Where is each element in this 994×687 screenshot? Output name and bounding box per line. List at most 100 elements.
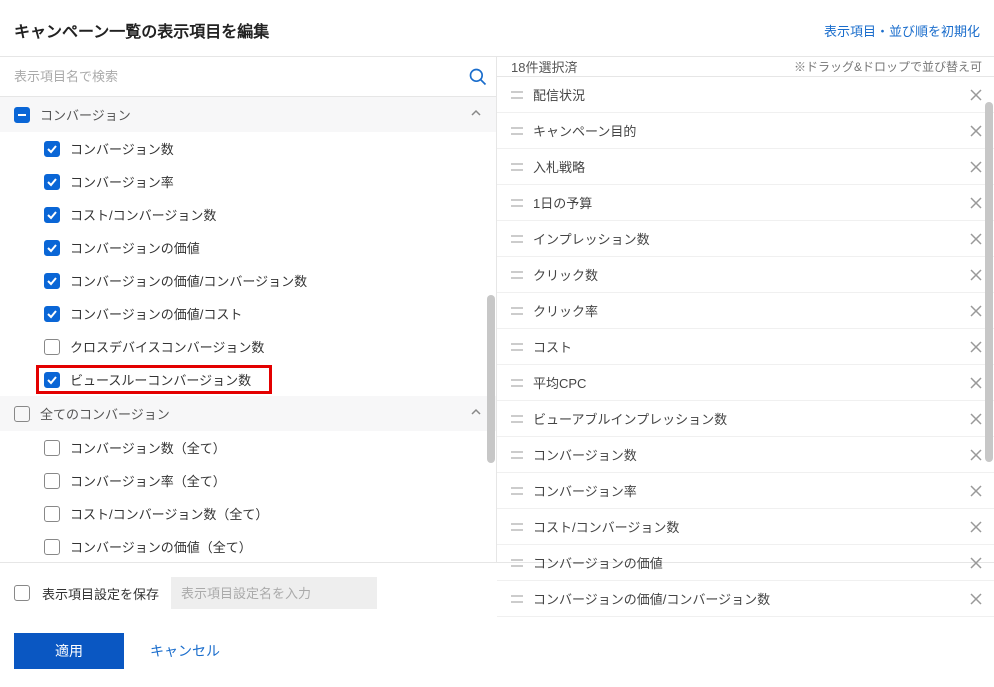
remove-icon[interactable] (970, 449, 982, 461)
drag-handle-icon[interactable] (511, 342, 523, 352)
checkbox[interactable] (44, 240, 60, 256)
remove-icon[interactable] (970, 413, 982, 425)
scrollbar-thumb[interactable] (985, 102, 993, 462)
drag-handle-icon[interactable] (511, 270, 523, 280)
save-settings-name-input[interactable] (171, 577, 377, 609)
page-title: キャンペーン一覧の表示項目を編集 (14, 18, 269, 42)
chevron-up-icon (470, 406, 482, 421)
selected-item[interactable]: コンバージョン率 (497, 473, 994, 509)
drag-handle-icon[interactable] (511, 378, 523, 388)
remove-icon[interactable] (970, 557, 982, 569)
apply-button[interactable]: 適用 (14, 633, 124, 669)
column-label: コンバージョンの価値/コスト (70, 304, 242, 323)
checkbox[interactable] (44, 306, 60, 322)
drag-handle-icon[interactable] (511, 486, 523, 496)
group-checkbox-all-conversions[interactable] (14, 406, 30, 422)
selected-item[interactable]: 1日の予算 (497, 185, 994, 221)
group-header-conversion[interactable]: コンバージョン (0, 97, 496, 132)
drag-handle-icon[interactable] (511, 414, 523, 424)
drag-handle-icon[interactable] (511, 90, 523, 100)
search-input[interactable] (14, 69, 468, 84)
drag-handle-icon[interactable] (511, 558, 523, 568)
checkbox[interactable] (44, 440, 60, 456)
selected-item[interactable]: クリック率 (497, 293, 994, 329)
checkbox[interactable] (44, 141, 60, 157)
selected-item[interactable]: キャンペーン目的 (497, 113, 994, 149)
remove-icon[interactable] (970, 89, 982, 101)
checkbox[interactable] (44, 207, 60, 223)
reset-columns-link[interactable]: 表示項目・並び順を初期化 (824, 21, 980, 40)
column-item[interactable]: コンバージョン率 (0, 165, 496, 198)
column-label: コンバージョンの価値（全て） (70, 537, 252, 556)
column-item-highlighted[interactable]: ビュースルーコンバージョン数 (0, 363, 496, 396)
remove-icon[interactable] (970, 593, 982, 605)
remove-icon[interactable] (970, 269, 982, 281)
drag-handle-icon[interactable] (511, 162, 523, 172)
checkbox[interactable] (44, 339, 60, 355)
selected-label: インプレッション数 (533, 229, 650, 248)
selected-item[interactable]: コスト (497, 329, 994, 365)
remove-icon[interactable] (970, 305, 982, 317)
selected-label: コスト/コンバージョン数 (533, 517, 679, 536)
checkbox[interactable] (44, 372, 60, 388)
checkbox[interactable] (44, 539, 60, 555)
checkbox[interactable] (44, 473, 60, 489)
selected-label: コンバージョン数 (533, 445, 637, 464)
column-item[interactable]: クロスデバイスコンバージョン数 (0, 330, 496, 363)
column-item[interactable]: コンバージョン数 (0, 132, 496, 165)
selected-label: コンバージョン率 (533, 481, 637, 500)
column-item[interactable]: コンバージョン数（全て） (0, 431, 496, 464)
column-label: コンバージョン数 (70, 139, 174, 158)
remove-icon[interactable] (970, 233, 982, 245)
cancel-button[interactable]: キャンセル (150, 641, 220, 661)
group-checkbox-conversion[interactable] (14, 107, 30, 123)
selected-item[interactable]: インプレッション数 (497, 221, 994, 257)
selected-item[interactable]: コンバージョンの価値/コンバージョン数 (497, 581, 994, 617)
drag-handle-icon[interactable] (511, 450, 523, 460)
selected-label: 平均CPC (533, 373, 586, 392)
selected-item[interactable]: 入札戦略 (497, 149, 994, 185)
save-settings-checkbox[interactable] (14, 585, 30, 601)
drag-handle-icon[interactable] (511, 306, 523, 316)
column-item[interactable]: コンバージョンの価値/コスト (0, 297, 496, 330)
column-label: コスト/コンバージョン数（全て） (70, 504, 268, 523)
drag-handle-icon[interactable] (511, 594, 523, 604)
column-item[interactable]: コンバージョンの価値（全て） (0, 530, 496, 562)
selected-label: コンバージョンの価値/コンバージョン数 (533, 589, 770, 608)
checkbox[interactable] (44, 174, 60, 190)
search-icon[interactable] (468, 67, 488, 87)
remove-icon[interactable] (970, 377, 982, 389)
remove-icon[interactable] (970, 485, 982, 497)
column-item[interactable]: コンバージョン率（全て） (0, 464, 496, 497)
selected-item[interactable]: ビューアブルインプレッション数 (497, 401, 994, 437)
drag-handle-icon[interactable] (511, 198, 523, 208)
selected-label: 配信状況 (533, 85, 585, 104)
drag-handle-icon[interactable] (511, 126, 523, 136)
group-header-all-conversions[interactable]: 全てのコンバージョン (0, 396, 496, 431)
drag-handle-icon[interactable] (511, 522, 523, 532)
selected-item[interactable]: コンバージョン数 (497, 437, 994, 473)
column-item[interactable]: コンバージョンの価値/コンバージョン数 (0, 264, 496, 297)
selected-label: 入札戦略 (533, 157, 585, 176)
selected-item[interactable]: 配信状況 (497, 77, 994, 113)
selected-item[interactable]: 平均CPC (497, 365, 994, 401)
remove-icon[interactable] (970, 341, 982, 353)
selected-item[interactable]: コスト/コンバージョン数 (497, 509, 994, 545)
selected-item[interactable]: コンバージョンの価値 (497, 545, 994, 581)
checkbox[interactable] (44, 273, 60, 289)
remove-icon[interactable] (970, 125, 982, 137)
selected-label: キャンペーン目的 (533, 121, 636, 140)
checkbox[interactable] (44, 506, 60, 522)
column-item[interactable]: コンバージョンの価値 (0, 231, 496, 264)
selected-label: 1日の予算 (533, 193, 592, 212)
selected-item[interactable]: クリック数 (497, 257, 994, 293)
remove-icon[interactable] (970, 521, 982, 533)
column-item[interactable]: コスト/コンバージョン数 (0, 198, 496, 231)
selected-columns-pane: 18件選択済 ※ドラッグ&ドロップで並び替え可 配信状況 キャンペーン目的 入札… (497, 57, 994, 562)
remove-icon[interactable] (970, 161, 982, 173)
drag-handle-icon[interactable] (511, 234, 523, 244)
column-item[interactable]: コスト/コンバージョン数（全て） (0, 497, 496, 530)
selected-columns-list: 配信状況 キャンペーン目的 入札戦略 1日の予算 インプレッション数 クリック数… (497, 77, 994, 617)
scrollbar-thumb[interactable] (487, 295, 495, 463)
remove-icon[interactable] (970, 197, 982, 209)
